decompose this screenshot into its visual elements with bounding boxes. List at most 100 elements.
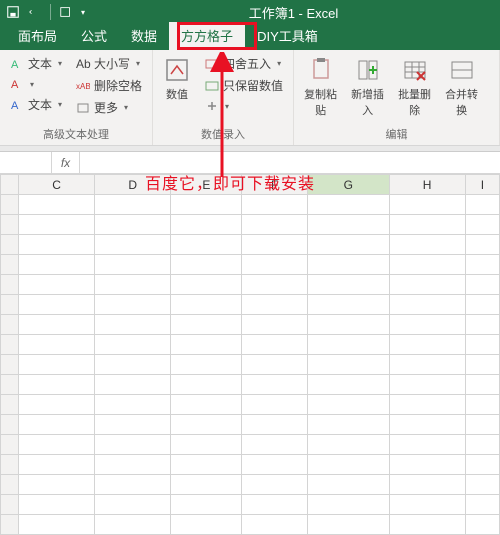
cell[interactable] [308,495,389,515]
row-header[interactable] [1,395,19,415]
cell[interactable] [19,515,95,535]
name-box[interactable] [0,152,52,173]
batch-delete-button[interactable]: 批量删 除 [394,54,435,126]
cell[interactable] [171,475,242,495]
row-header[interactable] [1,495,19,515]
text-button-1[interactable]: A文本▾ [6,54,66,73]
cell[interactable] [171,315,242,335]
cell[interactable] [308,215,389,235]
cell[interactable] [308,355,389,375]
cell[interactable] [308,515,389,535]
data-plus-button[interactable]: ▾ [201,98,287,114]
cell[interactable] [308,415,389,435]
row-header[interactable] [1,355,19,375]
cell[interactable] [465,455,499,475]
cell[interactable] [242,235,308,255]
cell[interactable] [465,375,499,395]
cell[interactable] [465,215,499,235]
cell[interactable] [465,235,499,255]
cell[interactable] [242,395,308,415]
cell[interactable] [308,315,389,335]
cell[interactable] [242,475,308,495]
cell[interactable] [465,355,499,375]
trim-spaces-button[interactable]: xAB删除空格 [72,76,146,95]
values-button[interactable]: 数值 [159,54,195,126]
cell[interactable] [242,195,308,215]
cell[interactable] [465,395,499,415]
cell[interactable] [95,315,171,335]
cell[interactable] [171,215,242,235]
cell[interactable] [242,495,308,515]
cell[interactable] [171,335,242,355]
cell[interactable] [465,515,499,535]
cell[interactable] [242,415,308,435]
cell[interactable] [95,495,171,515]
tab-diy[interactable]: DIY工具箱 [245,22,330,50]
cell[interactable] [308,295,389,315]
cell[interactable] [171,195,242,215]
cell[interactable] [95,415,171,435]
merge-button[interactable]: 合并转 换 [441,54,482,126]
cell[interactable] [308,455,389,475]
round-button[interactable]: 四舍五入▾ [201,54,287,73]
cell[interactable] [19,255,95,275]
cell[interactable] [171,255,242,275]
cell[interactable] [308,275,389,295]
row-header[interactable] [1,515,19,535]
cell[interactable] [171,415,242,435]
cell[interactable] [465,475,499,495]
cell[interactable] [171,515,242,535]
cell[interactable] [389,295,465,315]
cell[interactable] [171,455,242,475]
cell[interactable] [19,235,95,255]
cell[interactable] [19,375,95,395]
cell[interactable] [242,515,308,535]
cell[interactable] [19,215,95,235]
qat-icon[interactable] [59,5,73,19]
row-header[interactable] [1,435,19,455]
keep-numbers-button[interactable]: 只保留数值 [201,76,287,95]
save-icon[interactable] [6,5,20,19]
row-header[interactable] [1,335,19,355]
row-header[interactable] [1,235,19,255]
row-header[interactable] [1,195,19,215]
grid[interactable]: C D E F G H I [0,174,500,535]
cell[interactable] [465,335,499,355]
copy-paste-button[interactable]: 复制粘 贴 [300,54,341,126]
text-button-3[interactable]: A文本▾ [6,95,66,114]
cell[interactable] [465,435,499,455]
cell[interactable] [308,395,389,415]
cell[interactable] [95,215,171,235]
cell[interactable] [242,295,308,315]
corner-cell[interactable] [1,175,19,195]
cell[interactable] [389,375,465,395]
cell[interactable] [465,255,499,275]
cell[interactable] [389,255,465,275]
cell[interactable] [19,415,95,435]
cell[interactable] [95,235,171,255]
cell[interactable] [465,495,499,515]
col-header[interactable]: C [19,175,95,195]
cell[interactable] [171,395,242,415]
cell[interactable] [389,495,465,515]
tab-fangfang[interactable]: 方方格子 [169,22,245,50]
cell[interactable] [389,235,465,255]
row-header[interactable] [1,375,19,395]
qat-dropdown-icon[interactable]: ▾ [81,8,85,17]
cell[interactable] [465,195,499,215]
row-header[interactable] [1,415,19,435]
cell[interactable] [171,295,242,315]
fx-label[interactable]: fx [52,152,80,173]
cell[interactable] [19,195,95,215]
cell[interactable] [308,255,389,275]
cell[interactable] [95,355,171,375]
cell[interactable] [19,435,95,455]
cell[interactable] [19,275,95,295]
cell[interactable] [389,315,465,335]
cell[interactable] [308,375,389,395]
cell[interactable] [95,375,171,395]
cell[interactable] [242,275,308,295]
cell[interactable] [19,335,95,355]
cell[interactable] [242,215,308,235]
cell[interactable] [242,435,308,455]
